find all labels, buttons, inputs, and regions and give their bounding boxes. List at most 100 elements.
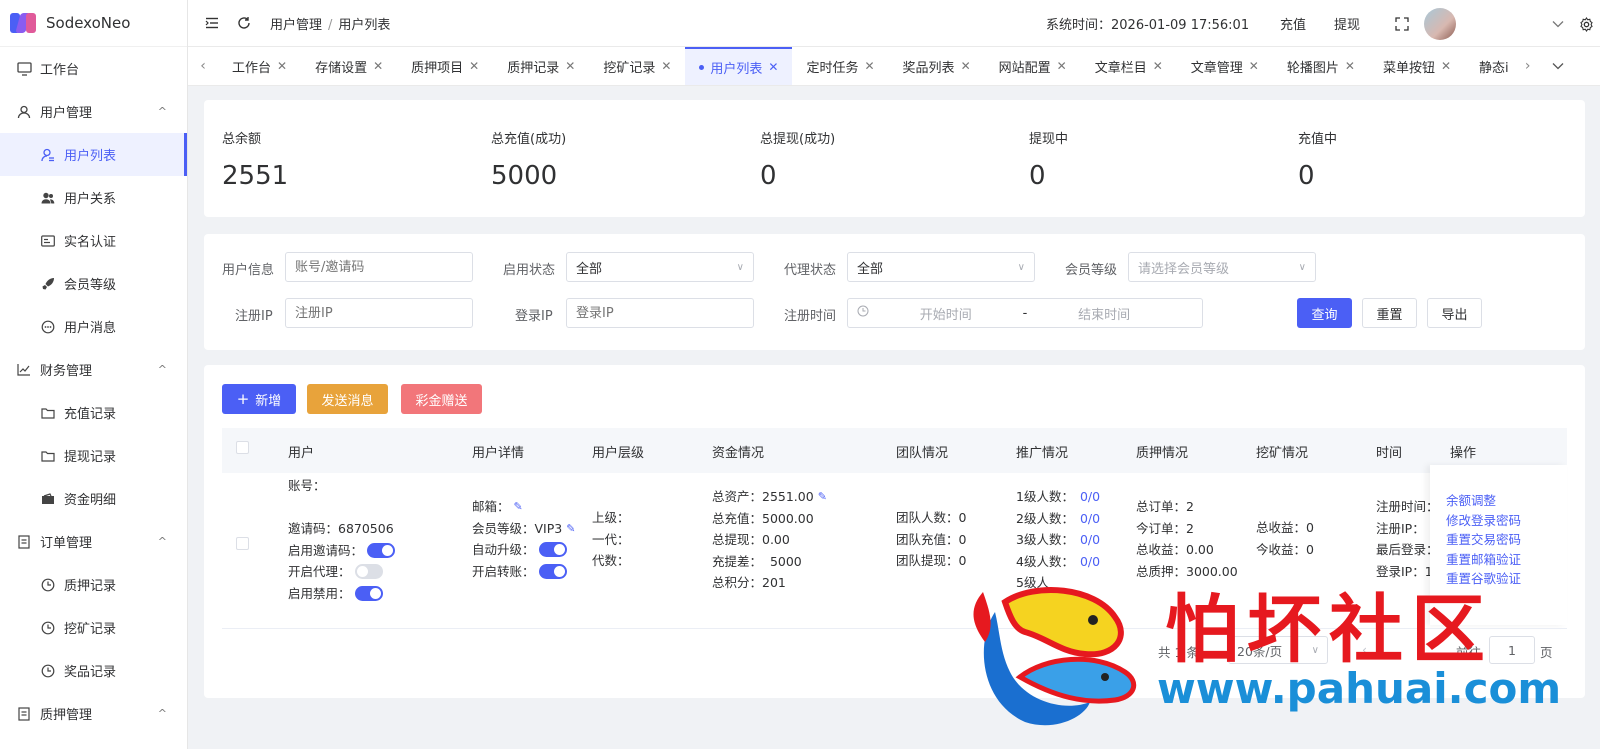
promo-value-link[interactable]: 0/0 — [1080, 529, 1100, 551]
close-icon[interactable]: ✕ — [1057, 59, 1067, 73]
breadcrumb-item[interactable]: 用户管理 — [270, 18, 322, 33]
select-all-checkbox[interactable] — [236, 441, 249, 454]
sidebar-item-finance[interactable]: 财务管理 ^ — [0, 348, 187, 391]
promo-value-link[interactable]: 0/0 — [1080, 508, 1100, 530]
close-icon[interactable]: ✕ — [1345, 59, 1355, 73]
close-icon[interactable]: ✕ — [565, 59, 575, 73]
reset-google-verify-link[interactable]: 重置谷歌验证 — [1446, 569, 1567, 589]
next-page-icon[interactable]: › — [1416, 642, 1421, 657]
query-button[interactable]: 查询 — [1297, 298, 1352, 328]
withdraw-link[interactable]: 提现 — [1334, 14, 1360, 33]
enable-status-select[interactable]: 全部 ∨ — [566, 252, 754, 282]
sidebar-item-user-management[interactable]: 用户管理 ^ — [0, 90, 187, 133]
enable-ban-toggle[interactable] — [354, 585, 383, 601]
sidebar-item-fund-details[interactable]: 资金明细 — [0, 477, 187, 520]
tab-stake-records[interactable]: 质押记录 ✕ — [493, 47, 589, 85]
sidebar-item-stake-records[interactable]: 质押记录 — [0, 563, 187, 606]
tab-user-list[interactable]: 用户列表 ✕ — [685, 47, 793, 85]
send-message-button[interactable]: 发送消息 — [307, 384, 388, 414]
tabs-scroll-left-icon[interactable]: ‹ — [188, 58, 218, 74]
reset-trade-password-link[interactable]: 重置交易密码 — [1446, 530, 1567, 550]
avatar[interactable] — [1424, 8, 1456, 40]
tab-static[interactable]: 静态i — [1465, 47, 1513, 85]
tab-prize-list[interactable]: 奖品列表 ✕ — [889, 47, 985, 85]
change-login-password-link[interactable]: 修改登录密码 — [1446, 511, 1567, 531]
edit-pen-icon[interactable]: ✎ — [514, 496, 523, 518]
sidebar-item-user-relation[interactable]: 用户关系 — [0, 176, 187, 219]
promo-value-link[interactable]: 0/0 — [1080, 551, 1100, 573]
logo[interactable]: SodexoNeo — [0, 0, 187, 47]
add-button[interactable]: + 新增 — [222, 384, 296, 414]
tab-carousel-images[interactable]: 轮播图片 ✕ — [1273, 47, 1369, 85]
agent-status-select[interactable]: 全部 ∨ — [847, 252, 1035, 282]
menu-fold-icon[interactable] — [202, 13, 222, 33]
reg-time-range-picker[interactable]: 开始时间 - 结束时间 — [847, 298, 1203, 328]
close-icon[interactable]: ✕ — [373, 59, 383, 73]
column-header: 操作 — [1450, 446, 1477, 461]
edit-pen-icon[interactable]: ✎ — [818, 486, 827, 508]
recharge-link[interactable]: 充值 — [1280, 14, 1306, 33]
page-jump-input[interactable] — [1489, 636, 1535, 664]
sidebar-item-user-message[interactable]: 用户消息 — [0, 305, 187, 348]
sidebar-item-order-management[interactable]: 订单管理 ^ — [0, 520, 187, 563]
sidebar-item-member-level[interactable]: 会员等级 — [0, 262, 187, 305]
sidebar-item-withdraw-records[interactable]: 提现记录 — [0, 434, 187, 477]
sidebar-item-dashboard[interactable]: 工作台 — [0, 47, 187, 90]
tab-article-management[interactable]: 文章管理 ✕ — [1177, 47, 1273, 85]
gear-icon[interactable] — [1576, 14, 1596, 34]
close-icon[interactable]: ✕ — [864, 59, 874, 73]
edit-pen-icon[interactable]: ✎ — [566, 518, 575, 540]
tabs-dropdown-icon[interactable] — [1543, 58, 1573, 74]
close-icon[interactable]: ✕ — [469, 59, 479, 73]
promo-row: 4级人数： 0/0 — [1016, 551, 1100, 573]
end-time-placeholder[interactable]: 结束时间 — [1049, 304, 1159, 323]
promo-value-link[interactable]: 0/0 — [1080, 486, 1100, 508]
cell-funds: 总资产：2551.00 ✎ 总充值：5000.00 总提现：0.00 充提差： 5… — [712, 486, 827, 594]
tab-dashboard[interactable]: 工作台 ✕ — [218, 47, 301, 85]
close-icon[interactable]: ✕ — [1153, 59, 1163, 73]
tab-storage-settings[interactable]: 存储设置 ✕ — [301, 47, 397, 85]
users-icon — [40, 190, 56, 206]
close-icon[interactable]: ✕ — [1249, 59, 1259, 73]
tab-menu-buttons[interactable]: 菜单按钮 ✕ — [1369, 47, 1465, 85]
sidebar-item-real-name[interactable]: 实名认证 — [0, 219, 187, 262]
close-icon[interactable]: ✕ — [1441, 59, 1451, 73]
sidebar-item-mining-records[interactable]: 挖矿记录 — [0, 606, 187, 649]
sidebar-item-recharge-records[interactable]: 充值记录 — [0, 391, 187, 434]
open-transfer-toggle[interactable] — [538, 563, 567, 579]
close-icon[interactable]: ✕ — [277, 59, 287, 73]
user-info-input[interactable] — [285, 252, 473, 282]
enable-invite-toggle[interactable] — [367, 542, 396, 558]
row-checkbox[interactable] — [236, 537, 249, 550]
tab-article-columns[interactable]: 文章栏目 ✕ — [1081, 47, 1177, 85]
sidebar-item-stake-management[interactable]: 质押管理 ^ — [0, 692, 187, 735]
close-icon[interactable]: ✕ — [768, 60, 778, 74]
member-level-select[interactable]: 请选择会员等级 ∨ — [1128, 252, 1316, 282]
sidebar-item-user-list[interactable]: 用户列表 — [0, 133, 187, 176]
reset-button[interactable]: 重置 — [1362, 298, 1417, 328]
page-size-select[interactable]: 20条/页 ∨ — [1228, 636, 1328, 664]
tabs-scroll-right-icon[interactable]: › — [1513, 58, 1543, 74]
tab-stake-projects[interactable]: 质押项目 ✕ — [397, 47, 493, 85]
close-icon[interactable]: ✕ — [661, 59, 671, 73]
prev-page-icon[interactable]: ‹ — [1362, 642, 1367, 657]
toggle-label: 启用邀请码： — [288, 542, 364, 558]
fullscreen-icon[interactable] — [1392, 14, 1412, 34]
reset-email-verify-link[interactable]: 重置邮箱验证 — [1446, 550, 1567, 570]
tab-scheduled-tasks[interactable]: 定时任务 ✕ — [792, 47, 888, 85]
login-ip-input[interactable] — [566, 298, 754, 328]
close-icon[interactable]: ✕ — [961, 59, 971, 73]
refresh-icon[interactable] — [234, 13, 254, 33]
chevron-down-icon[interactable] — [1548, 14, 1568, 34]
open-agent-toggle[interactable] — [354, 564, 383, 580]
export-button[interactable]: 导出 — [1427, 298, 1482, 328]
auto-upgrade-toggle[interactable] — [538, 542, 567, 558]
balance-adjust-link[interactable]: 余额调整 — [1446, 491, 1567, 511]
bonus-gift-button[interactable]: 彩金赠送 — [401, 384, 482, 414]
start-time-placeholder[interactable]: 开始时间 — [891, 304, 1001, 323]
tab-mining-records[interactable]: 挖矿记录 ✕ — [589, 47, 685, 85]
reg-ip-input[interactable] — [285, 298, 473, 328]
tab-site-config[interactable]: 网站配置 ✕ — [985, 47, 1081, 85]
user-icon — [16, 104, 32, 120]
sidebar-item-prize-records[interactable]: 奖品记录 — [0, 649, 187, 692]
